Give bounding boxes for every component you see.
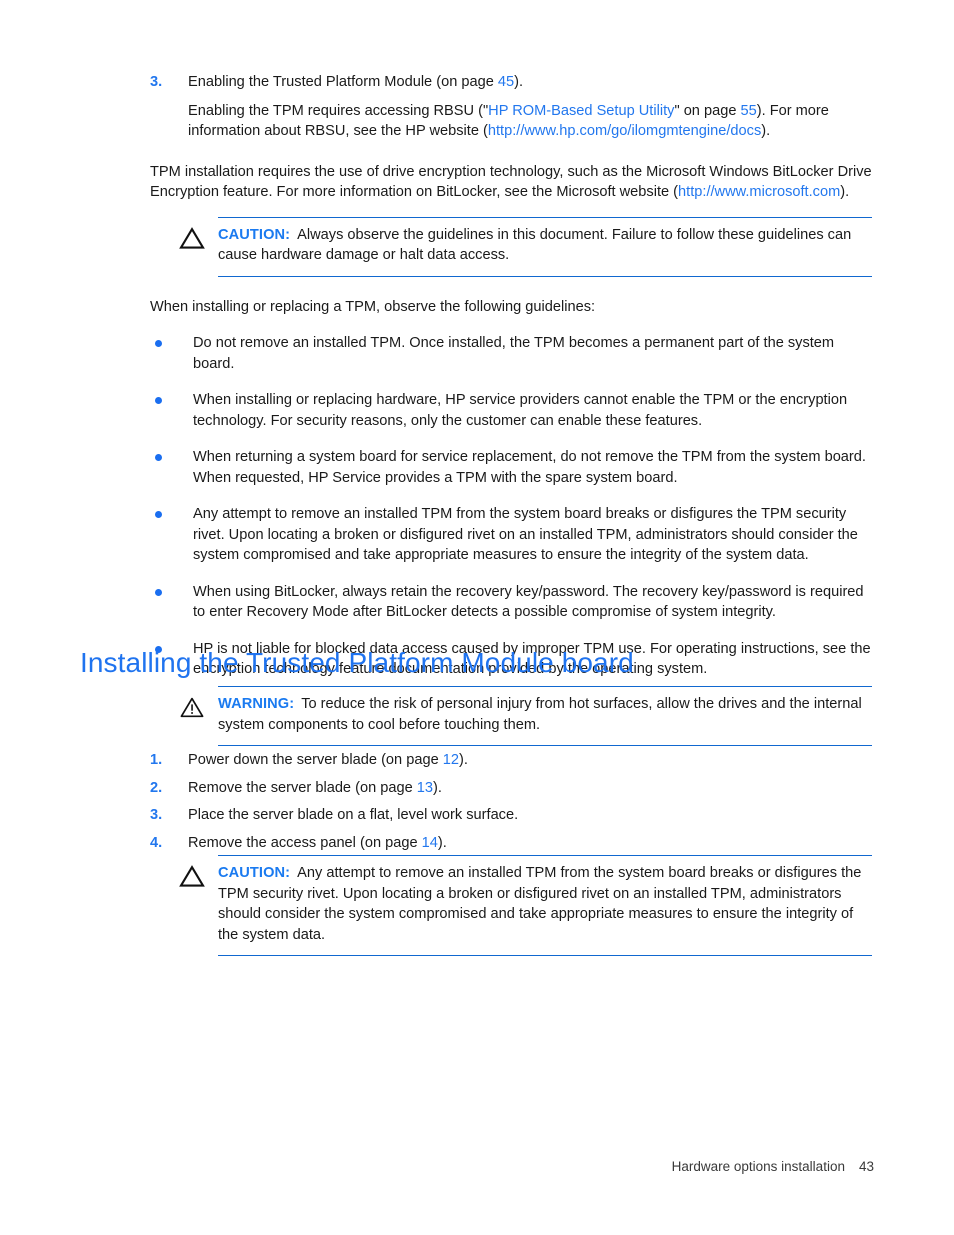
divider-bottom bbox=[218, 955, 872, 956]
step-text-after: ). bbox=[433, 779, 442, 796]
step-text-after: ). bbox=[437, 834, 447, 851]
footer-section-title: Hardware options installation bbox=[671, 1159, 845, 1174]
step-text-before: Remove the access panel (on page bbox=[188, 834, 422, 851]
caution-box-guidelines: CAUTION: Always observe the guidelines in… bbox=[166, 216, 876, 277]
caution-body: Any attempt to remove an installed TPM f… bbox=[218, 865, 862, 943]
page-reference-link[interactable]: 55 bbox=[741, 103, 757, 119]
list-item-text: When returning a system board for servic… bbox=[193, 449, 866, 486]
step-text-after: ). bbox=[514, 74, 524, 90]
warning-box-hot-surfaces: WARNING: To reduce the risk of personal i… bbox=[166, 686, 876, 746]
list-item-text: Remove the access panel (on page 14). bbox=[188, 833, 876, 854]
divider-bottom bbox=[218, 275, 872, 277]
guidelines-list: Do not remove an installed TPM. Once ins… bbox=[150, 333, 876, 680]
page-content-top: 3. Enabling the Trusted Platform Module … bbox=[150, 72, 876, 696]
list-item-text: Power down the server blade (on page 12)… bbox=[188, 750, 876, 771]
list-item-text: Remove the server blade (on page 13). bbox=[188, 778, 876, 799]
microsoft-website-url-link[interactable]: http://www.microsoft.com bbox=[678, 184, 840, 200]
tpm-installation-paragraph: TPM installation requires the use of dri… bbox=[150, 162, 876, 203]
list-item-text: Place the server blade on a flat, level … bbox=[188, 805, 876, 826]
page-reference-link[interactable]: 13 bbox=[417, 780, 433, 796]
document-page: 3. Enabling the Trusted Platform Module … bbox=[0, 0, 954, 1235]
page-reference-link[interactable]: 45 bbox=[498, 74, 514, 90]
bullet-icon bbox=[150, 390, 193, 404]
list-item: Do not remove an installed TPM. Once ins… bbox=[150, 333, 876, 374]
caution-text-block: CAUTION: Always observe the guidelines in… bbox=[218, 225, 876, 266]
bullet-icon bbox=[150, 582, 193, 596]
caution-body: Always observe the guidelines in this do… bbox=[218, 226, 852, 264]
caution-text-block: CAUTION: Any attempt to remove an install… bbox=[218, 863, 876, 945]
warning-text-block: WARNING: To reduce the risk of personal i… bbox=[218, 694, 876, 735]
list-item-text: When using BitLocker, always retain the … bbox=[193, 583, 864, 621]
sub-paragraph: Enabling the TPM requires accessing RBSU… bbox=[188, 101, 876, 142]
list-item: 3. Place the server blade on a flat, lev… bbox=[150, 805, 876, 826]
list-item: When returning a system board for servic… bbox=[150, 447, 876, 488]
caution-triangle-icon bbox=[166, 225, 218, 250]
warning-triangle-exclamation-icon bbox=[166, 694, 218, 719]
list-item-text: When installing or replacing hardware, H… bbox=[193, 392, 848, 429]
page-reference-link[interactable]: 14 bbox=[422, 835, 438, 851]
warning-body: To reduce the risk of personal injury fr… bbox=[218, 696, 862, 733]
hp-website-url-link[interactable]: http://www.hp.com/go/ilomgmtengine/docs bbox=[488, 123, 761, 139]
list-item: When using BitLocker, always retain the … bbox=[150, 582, 876, 623]
divider-bottom bbox=[218, 745, 872, 746]
list-marker: 3. bbox=[150, 807, 163, 823]
caution-triangle-icon bbox=[166, 863, 218, 888]
step-text-after: ). bbox=[458, 752, 468, 768]
step-text-before: Power down the server blade (on page bbox=[188, 752, 443, 768]
caution-box-tpm-rivet: CAUTION: Any attempt to remove an install… bbox=[166, 855, 876, 956]
page-footer: Hardware options installation 43 bbox=[672, 1158, 874, 1176]
list-item-text: Any attempt to remove an installed TPM f… bbox=[193, 506, 858, 563]
list-item: 3. Enabling the Trusted Platform Module … bbox=[150, 72, 876, 93]
page-reference-link[interactable]: 12 bbox=[443, 752, 459, 768]
page-number: 43 bbox=[858, 1159, 874, 1174]
guidelines-intro-paragraph: When installing or replacing a TPM, obse… bbox=[150, 298, 596, 315]
list-item-text: Enabling the Trusted Platform Module (on… bbox=[188, 72, 876, 93]
subpara-part1: Enabling the TPM requires accessing RBSU… bbox=[188, 102, 489, 119]
list-marker: 2. bbox=[150, 779, 163, 796]
list-marker: 1. bbox=[150, 752, 163, 768]
caution-label: CAUTION: bbox=[218, 865, 291, 881]
step-text-before: Enabling the Trusted Platform Module (on… bbox=[188, 74, 498, 90]
list-marker: 4. bbox=[150, 834, 163, 851]
list-item: 4. Remove the access panel (on page 14). bbox=[150, 833, 876, 854]
bullet-icon bbox=[150, 447, 193, 461]
list-item: Any attempt to remove an installed TPM f… bbox=[150, 504, 876, 566]
section-heading: Installing the Trusted Platform Module b… bbox=[80, 647, 634, 678]
caution-label: CAUTION: bbox=[218, 226, 291, 243]
step-text-before: Remove the server blade (on page bbox=[188, 779, 417, 796]
procedure-steps-list: 1. Power down the server blade (on page … bbox=[150, 750, 876, 860]
rbsu-topic-link[interactable]: HP ROM-Based Setup Utility bbox=[488, 103, 674, 119]
list-item-text: Do not remove an installed TPM. Once ins… bbox=[193, 335, 835, 372]
tpm-para-part2: ). bbox=[840, 184, 850, 200]
warning-label: WARNING: bbox=[218, 696, 295, 712]
list-item: When installing or replacing hardware, H… bbox=[150, 390, 876, 431]
list-item: 1. Power down the server blade (on page … bbox=[150, 750, 876, 771]
list-marker: 3. bbox=[150, 74, 163, 90]
bullet-icon bbox=[150, 504, 193, 518]
list-item: 2. Remove the server blade (on page 13). bbox=[150, 778, 876, 799]
subpara-part2: " on page bbox=[674, 102, 741, 119]
subpara-part4: ). bbox=[761, 123, 771, 139]
bullet-icon bbox=[150, 333, 193, 347]
step-text-before: Place the server blade on a flat, level … bbox=[188, 807, 519, 823]
